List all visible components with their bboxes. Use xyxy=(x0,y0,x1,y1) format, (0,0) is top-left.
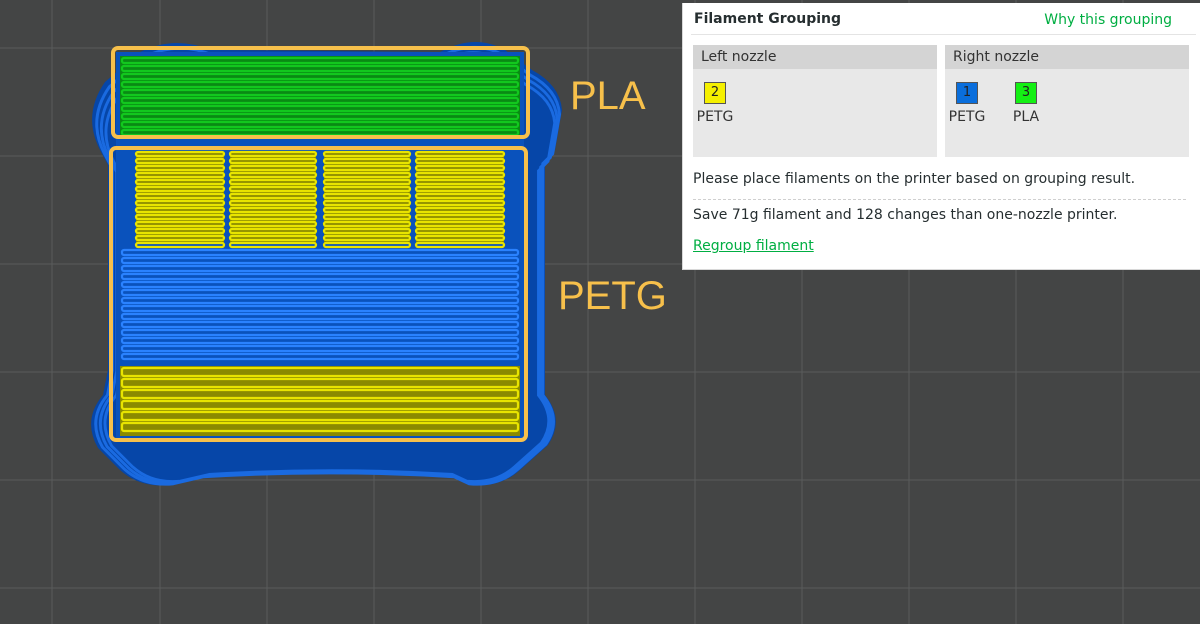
left-nozzle-header: Left nozzle xyxy=(693,45,937,69)
filament-slot-3[interactable]: 3 PLA xyxy=(1004,82,1048,125)
placement-instruction: Please place filaments on the printer ba… xyxy=(693,171,1136,187)
regroup-filament-link[interactable]: Regroup filament xyxy=(693,238,814,254)
filament-swatch[interactable]: 2 xyxy=(704,82,726,104)
filament-swatch[interactable]: 3 xyxy=(1015,82,1037,104)
filament-type: PETG xyxy=(948,109,986,125)
pla-region-label: PLA xyxy=(570,74,646,118)
left-nozzle-group: Left nozzle 2 PETG xyxy=(693,45,937,157)
sliced-part xyxy=(91,41,562,486)
filament-type: PLA xyxy=(1012,109,1040,125)
message-divider xyxy=(693,199,1186,200)
filament-grouping-panel: Filament Grouping Why this grouping Left… xyxy=(682,3,1200,270)
filament-slot-2[interactable]: 2 PETG xyxy=(693,82,737,125)
panel-title: Filament Grouping xyxy=(694,11,842,27)
title-divider xyxy=(691,34,1196,35)
filament-slot-1[interactable]: 1 PETG xyxy=(945,82,989,125)
petg-region-label: PETG xyxy=(558,274,667,318)
right-nozzle-header: Right nozzle xyxy=(945,45,1189,69)
filament-type: PETG xyxy=(696,109,734,125)
filament-swatch[interactable]: 1 xyxy=(956,82,978,104)
savings-summary: Save 71g filament and 128 changes than o… xyxy=(693,207,1118,223)
why-this-grouping-link[interactable]: Why this grouping xyxy=(1044,12,1172,28)
right-nozzle-group: Right nozzle 1 PETG 3 PLA xyxy=(945,45,1189,157)
